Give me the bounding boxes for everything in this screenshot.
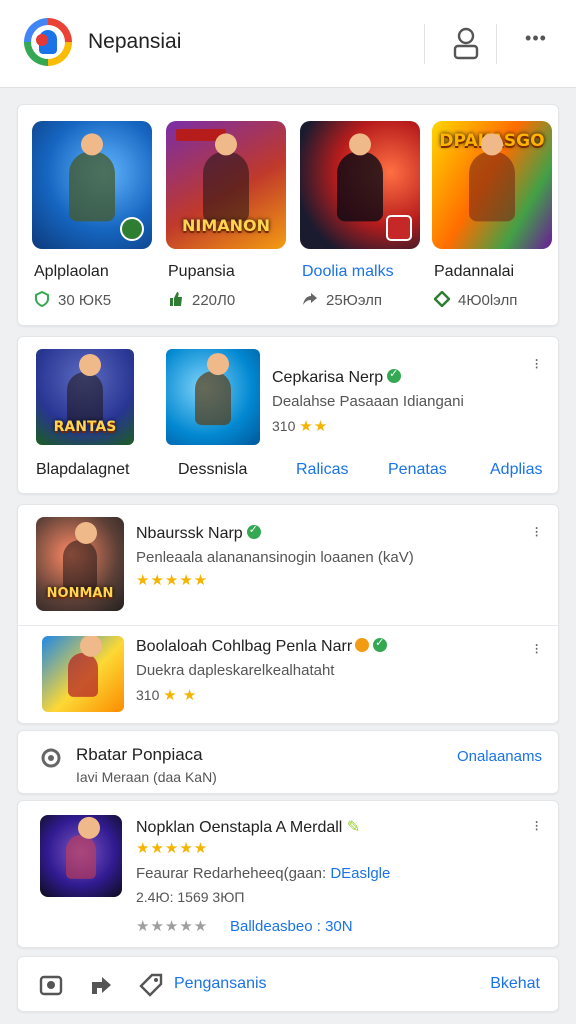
more-options-button[interactable]: ⁝ <box>534 355 540 373</box>
news-subtitle: Iavi Meraan (daa KaN) <box>76 769 217 785</box>
app-description: Penleaala alananansinogin loaanen (kaV) <box>136 549 414 566</box>
app-title: Nopklan Oenstapla A Merdall <box>136 819 343 836</box>
app-title: Nbaurssk Narp <box>136 525 243 542</box>
top-app-bar: Nepansiai ••• <box>0 0 576 88</box>
action-link[interactable]: Adplias <box>490 461 542 479</box>
list-item[interactable]: Boolaloah Cohlbag Penla Narr Duekra dapl… <box>18 626 558 724</box>
edit-icon: ✎ <box>346 819 361 836</box>
right-action-link[interactable]: Bkehat <box>490 975 540 993</box>
app-title: Nepansiai <box>88 30 182 53</box>
tile-stat: 4Ю0lэлп <box>433 290 517 309</box>
notification-dot <box>36 34 48 46</box>
spotlight-card: RANTAS Blapdalagnet Dessnisla Cepkarisa … <box>17 336 559 494</box>
game-art-title: RANTAS <box>53 419 117 435</box>
bottom-action-bar: Pengansanis Bkehat <box>17 956 559 1012</box>
game-artwork[interactable]: RANTAS <box>36 349 134 445</box>
tile-name: Aplplaolan <box>34 263 109 280</box>
app-list-card: NONMAN Nbaurssk Narp Penleaala alananans… <box>17 504 559 724</box>
user-icon <box>453 27 479 60</box>
game-artwork <box>300 121 420 249</box>
news-action-link[interactable]: Onalaanams <box>457 748 542 765</box>
app-description: Dealahse Pasaaan Idiangani <box>272 393 464 410</box>
star-rating: ★★★★★ <box>136 572 209 589</box>
grey-star-rating: ★★★★★ <box>136 918 209 935</box>
more-options-button[interactable]: ⁝ <box>534 523 540 541</box>
app-title: Cepkarisa Nerp <box>272 369 384 386</box>
tag-button[interactable] <box>138 972 164 998</box>
game-artwork: DPAKASGO <box>432 121 552 249</box>
tile-name: Pupansia <box>168 263 235 280</box>
news-row[interactable]: Rbatar Ponpiaca Iavi Meraan (daa KaN) On… <box>17 730 559 794</box>
badge-icon <box>120 217 144 241</box>
action-label[interactable]: Pengansanis <box>174 975 267 993</box>
app-title-row[interactable]: Nopklan Oenstapla A Merdall ✎ <box>136 817 360 837</box>
app-name: Blapdalagnet <box>36 461 130 478</box>
tile-name: Padannalai <box>434 263 515 280</box>
badge-icon <box>386 215 412 241</box>
app-title: Boolaloah Cohlbag Penla Narr <box>136 638 353 655</box>
camera-icon <box>39 975 63 996</box>
news-title: Rbatar Ponpiaca <box>76 745 203 764</box>
game-art-title: NIMANON <box>181 216 271 235</box>
featured-apps-card: Aplplaolan 30 ЮК5 NIMANON Pupansia 220Л0… <box>17 104 559 326</box>
divider <box>496 24 497 64</box>
game-art-title: NONMAN <box>46 586 114 601</box>
tile-name[interactable]: Doolia malks <box>302 263 394 281</box>
rating-row: 310 ★ ★ <box>136 687 198 704</box>
game-artwork[interactable] <box>166 349 260 445</box>
game-artwork <box>32 121 152 249</box>
tile-stat: 25Юэлп <box>302 291 382 309</box>
app-title-row[interactable]: Cepkarisa Nerp <box>272 367 402 387</box>
app-description: Duekra dapleskarelkealhataht <box>136 662 335 679</box>
forward-icon <box>92 977 111 994</box>
app-description: Feaurar Redarheheeq(gaan: DEaslgle <box>136 865 391 882</box>
status-link[interactable]: Balldeasbeo : 30N <box>230 918 353 935</box>
shield-check-icon <box>34 290 50 308</box>
share-icon <box>302 291 318 307</box>
game-artwork[interactable] <box>40 815 122 897</box>
more-options-button[interactable]: ⁝ <box>534 640 540 658</box>
tile-stat: 30 ЮК5 <box>34 290 111 309</box>
app-title-row: Nbaurssk Narp <box>136 523 261 543</box>
diamond-icon <box>433 290 451 308</box>
featured-tile[interactable]: Doolia malks 25Юэлп <box>300 121 420 309</box>
list-item[interactable]: NONMAN Nbaurssk Narp Penleaala alananans… <box>18 505 558 625</box>
more-options-button[interactable]: ⁝ <box>534 817 540 835</box>
app-name: Dessnisla <box>178 461 248 478</box>
app-logo-icon <box>24 18 72 66</box>
more-options-button[interactable]: ••• <box>514 28 558 56</box>
game-artwork: NIMANON <box>166 121 286 249</box>
game-artwork: NONMAN <box>36 517 124 611</box>
featured-tile[interactable]: DPAKASGO Padannalai 4Ю0lэлп <box>432 121 552 309</box>
action-link[interactable]: Penatas <box>388 461 447 479</box>
featured-tile[interactable]: NIMANON Pupansia 220Л0 <box>166 121 286 309</box>
star-icon: ★★ <box>299 418 329 435</box>
developer-link[interactable]: DEaslgle <box>330 865 390 882</box>
divider <box>424 24 425 64</box>
camera-button[interactable] <box>38 972 64 998</box>
rating-row: 310 ★★ <box>272 418 329 435</box>
verified-icon <box>387 367 402 383</box>
tile-stat: 220Л0 <box>168 291 235 309</box>
action-link[interactable]: Ralicas <box>296 461 348 479</box>
verified-icon <box>246 523 261 539</box>
star-icon: ★ ★ <box>163 687 198 704</box>
app-title-row: Boolaloah Cohlbag Penla Narr <box>136 636 388 656</box>
featured-app-card: Nopklan Oenstapla A Merdall ✎ ★★★★★ Feau… <box>17 800 559 948</box>
game-artwork <box>42 636 124 712</box>
verified-icon <box>373 636 388 652</box>
tag-icon <box>139 973 163 997</box>
coin-icon <box>355 638 370 652</box>
app-meta: 2.4Ю: 1569 3ЮП <box>136 889 245 905</box>
thumbs-up-icon <box>168 291 184 307</box>
loading-icon <box>40 747 62 769</box>
account-button[interactable] <box>444 22 488 66</box>
featured-tile[interactable]: Aplplaolan 30 ЮК5 <box>32 121 152 309</box>
forward-button[interactable] <box>88 972 114 998</box>
star-rating: ★★★★★ <box>136 840 209 857</box>
